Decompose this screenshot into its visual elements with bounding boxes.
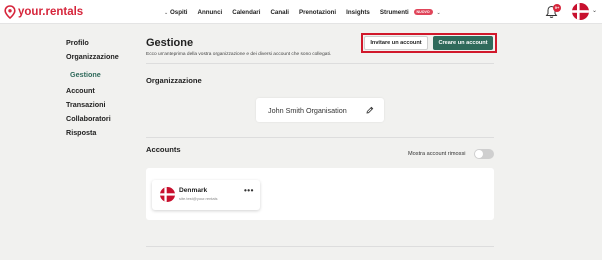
sidebar-item-transazioni[interactable]: Transazioni [66, 100, 106, 109]
top-navigation-bar: your.rentals ⌄ Ospiti Annunci Calendari … [0, 0, 602, 24]
section-title-organizzazione: Organizzazione [146, 76, 202, 85]
sidebar-item-risposta[interactable]: Risposta [66, 128, 96, 137]
location-pin-icon [4, 5, 16, 19]
divider [146, 63, 494, 64]
nav-item-ospiti[interactable]: ⌄ Ospiti [164, 9, 187, 16]
new-badge: NUOVO [413, 8, 433, 15]
page-title: Gestione [146, 37, 194, 49]
sidebar-item-organizzazione[interactable]: Organizzazione [66, 52, 119, 61]
divider [146, 246, 494, 247]
chevron-down-icon: ⌄ [436, 9, 441, 16]
account-card[interactable]: Denmark site.test@your.rentals ••• [152, 180, 260, 210]
create-account-button[interactable]: Creare un account [433, 36, 493, 50]
brand-logo[interactable]: your.rentals [4, 4, 83, 20]
more-options-icon[interactable]: ••• [244, 186, 254, 195]
page-subtitle: Ecco un'anteprima della vostra organizza… [146, 52, 332, 57]
nav-item-canali[interactable]: Canali [270, 9, 289, 16]
nav-item-insights[interactable]: Insights [346, 9, 370, 16]
nav-item-strumenti[interactable]: Strumenti NUOVO ⌄ [379, 8, 441, 16]
notification-count-badge: 9+ [553, 4, 561, 12]
show-removed-label: Mostra account rimossi [408, 151, 466, 157]
main-nav: ⌄ Ospiti Annunci Calendari Canali Prenot… [164, 0, 451, 24]
nav-item-calendari[interactable]: Calendari [232, 9, 260, 16]
nav-item-annunci[interactable]: Annunci [197, 9, 222, 16]
organization-name: John Smith Organisation [268, 106, 347, 115]
brand-logo-text: your.rentals [18, 6, 84, 18]
sidebar-item-profilo[interactable]: Profilo [66, 38, 89, 47]
user-avatar[interactable] [572, 3, 589, 20]
divider [146, 137, 494, 138]
chevron-down-icon[interactable]: ⌄ [592, 7, 597, 14]
organization-card: John Smith Organisation [256, 98, 384, 122]
nav-item-label: Strumenti [379, 8, 409, 16]
sidebar-item-account[interactable]: Account [66, 86, 95, 95]
pencil-icon[interactable] [366, 106, 374, 114]
chevron-down-icon: ⌄ [164, 9, 169, 16]
toggle-knob [475, 150, 483, 158]
account-name: Denmark [179, 187, 208, 194]
invite-account-button[interactable]: Invitare un account [364, 36, 428, 50]
denmark-flag-icon [572, 3, 589, 20]
nav-item-label: Ospiti [169, 8, 188, 16]
sidebar-item-collaboratori[interactable]: Collaboratori [66, 114, 111, 123]
denmark-flag-icon [160, 187, 175, 202]
show-removed-toggle[interactable] [474, 149, 494, 159]
account-email: site.test@your.rentals [179, 196, 218, 201]
account-avatar [160, 187, 175, 202]
section-title-accounts: Accounts [146, 145, 181, 154]
nav-item-prenotazioni[interactable]: Prenotazioni [299, 9, 336, 16]
sidebar-item-gestione[interactable]: Gestione [70, 70, 101, 79]
